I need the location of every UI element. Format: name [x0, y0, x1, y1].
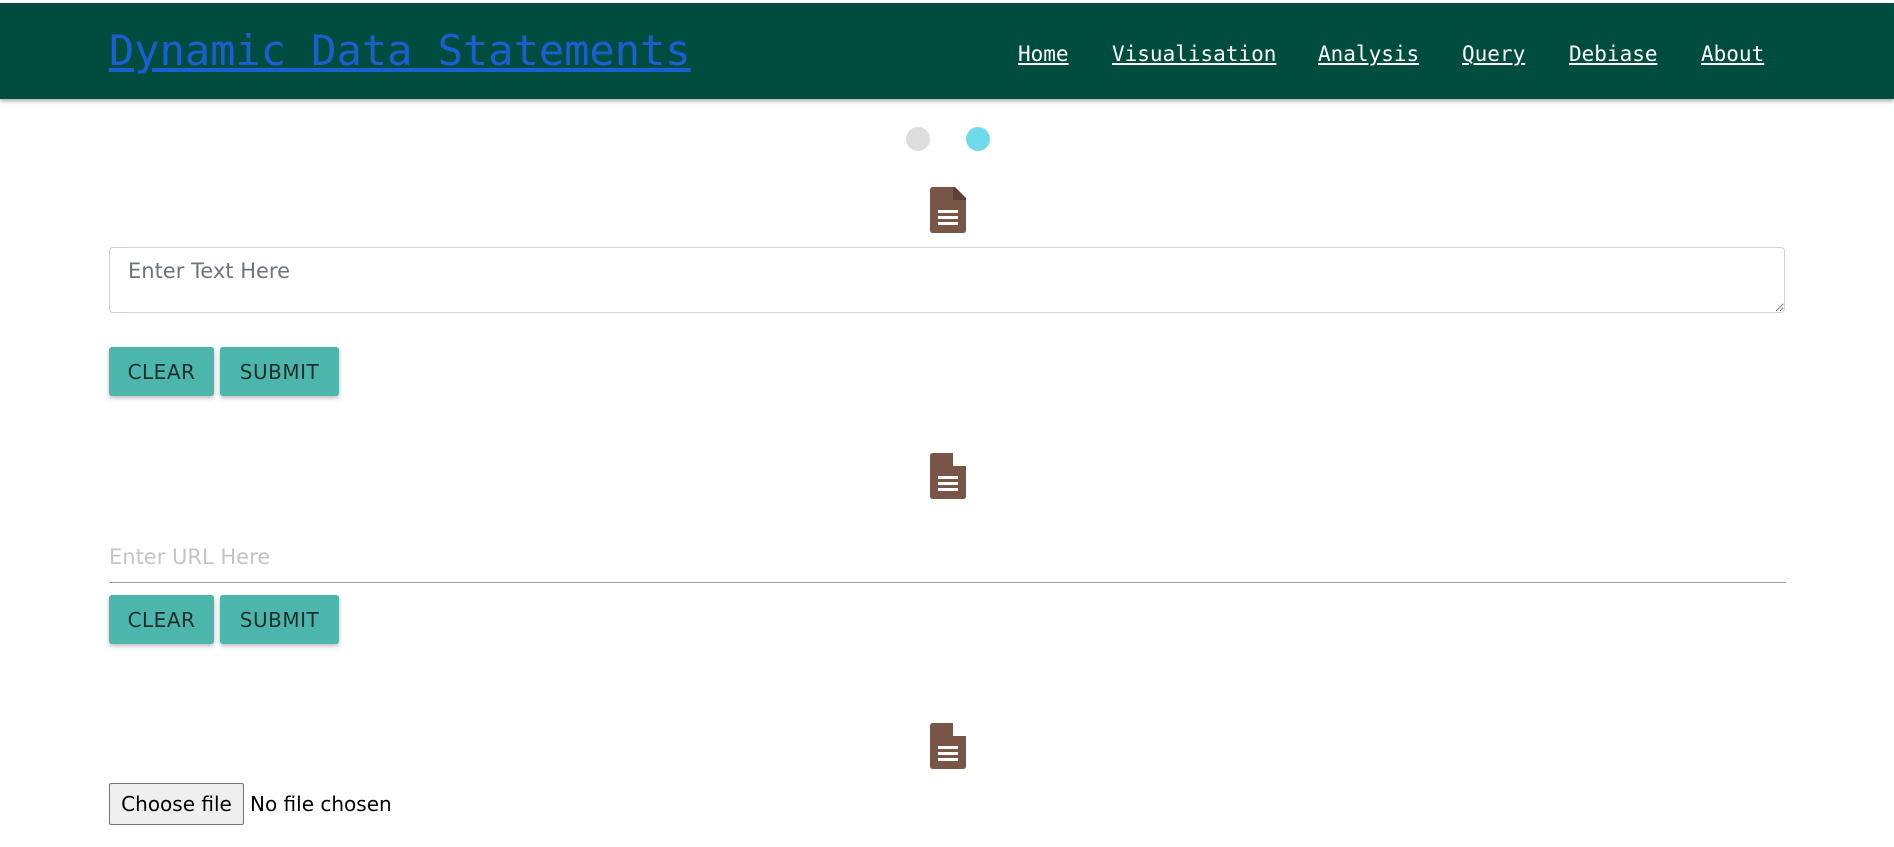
submit-url-button[interactable]: SUBMIT [220, 595, 339, 644]
nav-about[interactable]: About [1701, 41, 1764, 67]
text-input[interactable] [109, 247, 1785, 313]
clear-text-button[interactable]: CLEAR [109, 347, 214, 396]
nav-home[interactable]: Home [1018, 41, 1069, 67]
url-input[interactable] [109, 531, 1786, 583]
nav-query[interactable]: Query [1462, 41, 1525, 67]
submit-text-button[interactable]: SUBMIT [220, 347, 339, 396]
navbar: Dynamic Data Statements Home Visualisati… [0, 3, 1894, 99]
nav-debiase[interactable]: Debiase [1569, 41, 1658, 67]
choose-file-button[interactable]: Choose file [109, 783, 244, 825]
document-icon [930, 187, 966, 233]
file-status: No file chosen [250, 792, 392, 816]
carousel-indicator-2[interactable] [966, 127, 990, 151]
nav-visualisation[interactable]: Visualisation [1112, 41, 1276, 67]
clear-url-button[interactable]: CLEAR [109, 595, 214, 644]
document-icon [930, 723, 966, 769]
nav-analysis[interactable]: Analysis [1318, 41, 1419, 67]
brand-link[interactable]: Dynamic Data Statements [109, 25, 691, 77]
carousel-indicator-1[interactable] [906, 127, 930, 151]
document-icon [930, 453, 966, 499]
